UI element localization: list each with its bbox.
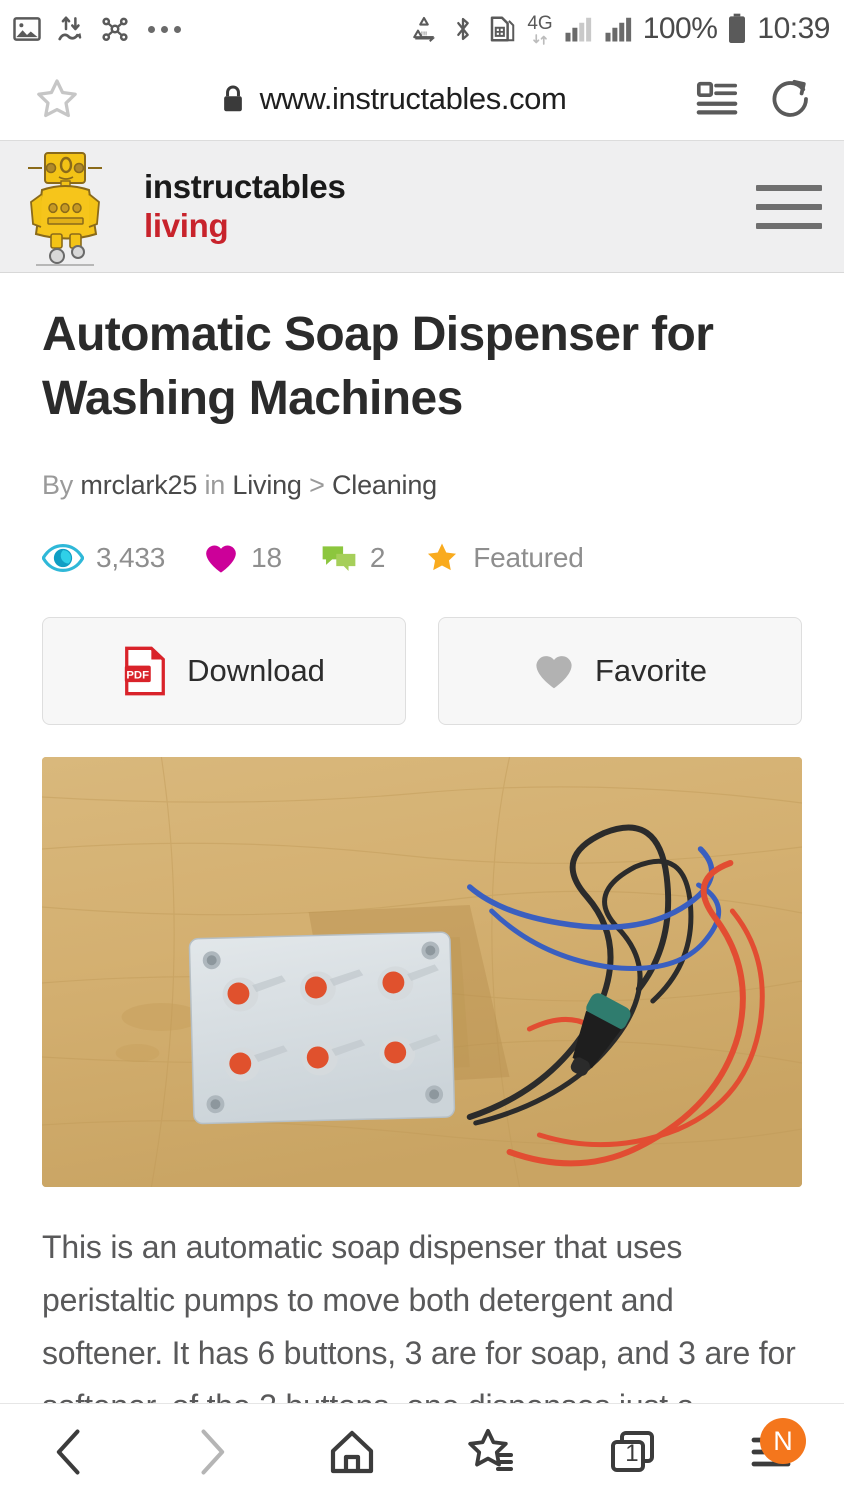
more-dots-icon [144,25,181,33]
views-count: 3,433 [96,541,166,573]
stat-favorites: 18 [203,542,282,574]
featured-label: Featured [473,541,584,573]
recycle-icon: !!! [409,14,439,44]
status-bar-right-icons: !!! 4G 100% 10:39 [409,12,830,46]
image-icon [12,14,42,44]
network-type-label: 4G [527,12,553,45]
home-button[interactable] [281,1404,422,1500]
reload-icon[interactable] [766,75,814,123]
browser-bottom-nav: 1 N [0,1403,844,1500]
byline-separator: > [309,469,325,500]
browser-url-bar: www.instructables.com [0,58,844,140]
network-type-text: 4G [527,12,553,34]
article-content: Automatic Soap Dispenser for Washing Mac… [0,273,844,1434]
svg-text:!!!: !!! [421,30,427,39]
byline-in-label: in [204,469,226,500]
star-outline-icon [37,79,77,118]
menu-notification-badge: N [760,1418,807,1464]
back-button[interactable] [0,1404,141,1500]
action-buttons: PDF Download Favorite [42,616,802,725]
favorite-button-label: Favorite [595,652,707,688]
signal-strength-sim2-icon [603,15,633,43]
stat-comments: 2 [320,542,385,574]
hamburger-menu-icon[interactable] [756,184,822,229]
article-stats: 3,433 18 2 Featured [42,541,802,575]
byline-category[interactable]: Living [232,470,302,500]
reader-mode-icon[interactable] [694,76,740,122]
status-bar-left-icons [12,14,181,44]
brand-section-text: living [144,206,229,244]
byline: By mrclark25 in Living > Cleaning [42,470,802,501]
stat-featured: Featured [423,541,584,575]
back-chevron-icon [57,1429,80,1475]
site-brand[interactable]: instructables living [144,168,346,246]
lock-icon [220,84,246,114]
brand-name-text: instructables [144,167,346,205]
comments-count: 2 [369,541,386,573]
byline-subcategory[interactable]: Cleaning [332,470,437,500]
bookmarks-button[interactable] [422,1404,563,1500]
instructables-robot-logo[interactable] [22,146,108,271]
data-transfer-icon [56,14,86,44]
home-icon [330,1430,373,1474]
url-bar-actions [694,75,822,123]
battery-percent-text: 100% [642,12,718,45]
battery-icon [727,13,747,45]
stat-views: 3,433 [42,542,165,574]
eye-icon [42,543,84,573]
download-button[interactable]: PDF Download [42,616,406,725]
url-display[interactable]: www.instructables.com [92,81,694,117]
byline-by-label: By [42,469,74,500]
forward-button[interactable] [141,1404,282,1500]
url-text: www.instructables.com [259,81,567,116]
tabs-button[interactable]: 1 [563,1404,704,1500]
article-body-text: This is an automatic soap dispenser that… [42,1228,796,1424]
site-header: instructables living [0,140,844,273]
svg-text:PDF: PDF [126,669,149,681]
favorites-count: 18 [251,541,282,573]
download-button-label: Download [187,652,325,688]
bookmark-star-button[interactable] [22,76,92,122]
forward-chevron-icon [201,1429,225,1475]
share-nodes-icon [100,14,130,44]
signal-strength-sim1-icon [563,15,593,43]
favorite-button[interactable]: Favorite [438,616,802,725]
pdf-icon: PDF [123,646,167,696]
clock-text: 10:39 [757,12,830,45]
byline-author[interactable]: mrclark25 [80,470,197,500]
page-title: Automatic Soap Dispenser for Washing Mac… [42,308,714,426]
comment-icon [320,543,358,573]
heart-icon [533,652,575,690]
heart-icon [203,542,239,574]
sim-card-icon [487,14,517,44]
menu-button[interactable]: N [703,1404,844,1500]
hero-image[interactable] [42,756,802,1187]
star-icon [423,541,461,575]
bluetooth-icon [449,14,477,44]
bookmarks-star-icon [468,1428,514,1471]
status-bar: !!! 4G 100% 10:39 [0,0,844,58]
tab-count: 1 [625,1440,639,1468]
